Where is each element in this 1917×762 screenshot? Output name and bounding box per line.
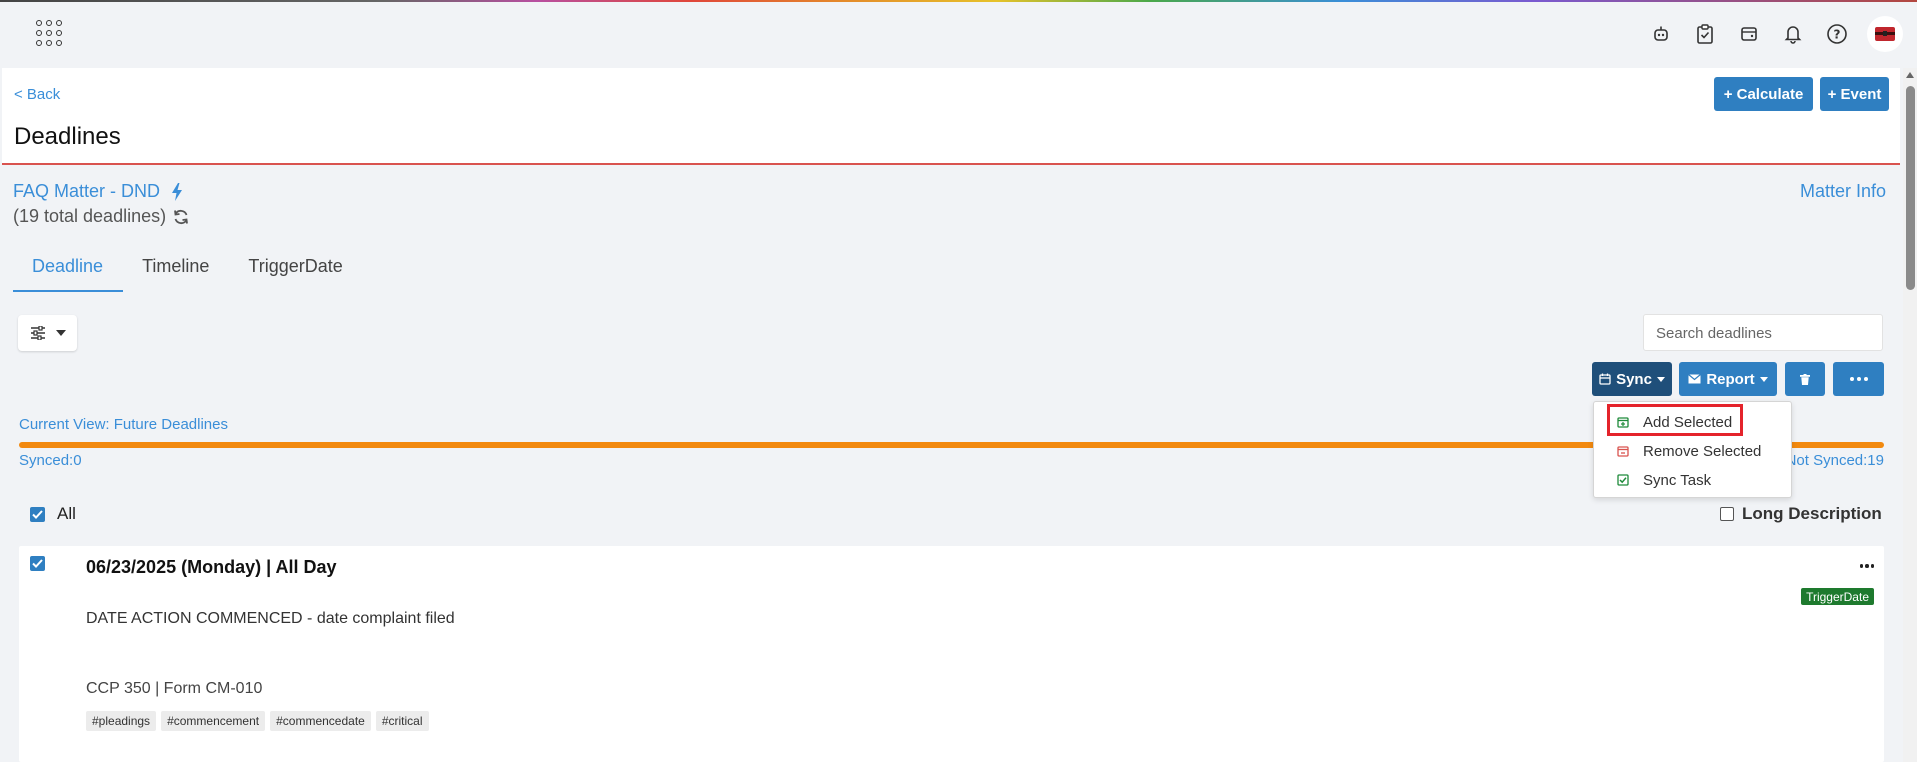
robot-icon[interactable] xyxy=(1647,20,1675,48)
page-header: < Back Deadlines + Calculate + Event xyxy=(2,68,1900,165)
deadline-checkbox[interactable] xyxy=(30,556,45,571)
refresh-icon[interactable] xyxy=(172,208,190,226)
menu-item-label: Sync Task xyxy=(1643,471,1712,489)
delete-button[interactable] xyxy=(1785,362,1825,396)
sync-dropdown-menu: Add Selected Remove Selected Sync Task xyxy=(1593,401,1792,498)
menu-item-add-selected[interactable]: Add Selected xyxy=(1594,409,1793,435)
bell-icon[interactable] xyxy=(1779,20,1807,48)
long-description-checkbox[interactable] xyxy=(1720,507,1734,521)
lightning-icon[interactable] xyxy=(172,182,183,201)
deadline-rule: CCP 350 | Form CM-010 xyxy=(86,680,263,697)
clipboard-check-icon[interactable] xyxy=(1691,20,1719,48)
ellipsis-icon[interactable] xyxy=(1859,564,1874,568)
select-all-checkbox[interactable] xyxy=(30,506,45,522)
sync-button-label: Sync xyxy=(1616,370,1652,388)
deadline-card: 06/23/2025 (Monday) | All Day TriggerDat… xyxy=(19,546,1884,762)
calendar-minus-icon xyxy=(1617,446,1629,457)
matter-count-row: (19 total deadlines) xyxy=(13,206,190,227)
not-synced-count: Not Synced:19 xyxy=(1785,452,1884,469)
menu-item-sync-task[interactable]: Sync Task xyxy=(1594,467,1793,493)
wallet-icon[interactable] xyxy=(1735,20,1763,48)
tab-deadline[interactable]: Deadline xyxy=(13,250,124,292)
search-input[interactable]: Search deadlines xyxy=(1643,314,1883,351)
chevron-down-icon xyxy=(1656,376,1665,382)
calculate-button[interactable]: + Calculate xyxy=(1714,77,1813,111)
synced-count: Synced:0 xyxy=(19,452,82,469)
trigger-date-badge: TriggerDate xyxy=(1801,588,1874,605)
back-link[interactable]: < Back xyxy=(14,86,60,103)
deadline-date: 06/23/2025 (Monday) | All Day xyxy=(86,557,337,577)
scrollbar[interactable] xyxy=(1903,68,1917,762)
select-all-row: All xyxy=(30,504,76,524)
envelope-icon xyxy=(1688,374,1702,384)
tag[interactable]: #critical xyxy=(375,711,429,731)
select-all-label: All xyxy=(57,504,76,523)
menu-item-label: Remove Selected xyxy=(1643,442,1762,460)
svg-text:?: ? xyxy=(1834,28,1841,42)
tag[interactable]: #pleadings xyxy=(86,711,157,731)
tag[interactable]: #commencement xyxy=(161,711,266,731)
deadline-action: DATE ACTION COMMENCED - date complaint f… xyxy=(86,610,455,627)
scroll-up-arrow-icon[interactable] xyxy=(1906,72,1914,78)
filter-dropdown-button[interactable] xyxy=(18,315,77,351)
matter-title-row: FAQ Matter - DND xyxy=(13,181,183,202)
current-view-label[interactable]: Current View: Future Deadlines xyxy=(19,416,228,433)
avatar[interactable] xyxy=(1867,16,1903,52)
chevron-down-icon xyxy=(1759,376,1768,382)
matter-info-link[interactable]: Matter Info xyxy=(1800,181,1886,202)
deadline-count: (19 total deadlines) xyxy=(13,206,167,226)
tag[interactable]: #commencedate xyxy=(270,711,371,731)
apps-icon[interactable] xyxy=(36,20,62,46)
more-options-button[interactable] xyxy=(1833,362,1884,396)
calendar-plus-icon xyxy=(1617,417,1629,428)
report-button-label: Report xyxy=(1706,370,1755,388)
menu-item-remove-selected[interactable]: Remove Selected xyxy=(1594,438,1793,464)
top-icons: ? xyxy=(1647,16,1903,52)
help-icon[interactable]: ? xyxy=(1823,20,1851,48)
calendar-icon xyxy=(1599,373,1611,385)
chevron-down-icon xyxy=(55,330,66,336)
sliders-icon xyxy=(30,326,45,340)
scrollbar-thumb[interactable] xyxy=(1906,86,1915,290)
deadline-tags: #pleadings #commencement #commencedate #… xyxy=(86,711,429,731)
menu-item-label: Add Selected xyxy=(1643,413,1733,431)
top-bar: ? xyxy=(0,2,1917,66)
tab-triggerdate[interactable]: TriggerDate xyxy=(229,250,362,292)
long-description-toggle: Long Description xyxy=(1720,504,1882,524)
trash-icon xyxy=(1800,373,1810,385)
long-description-label: Long Description xyxy=(1742,504,1882,523)
sync-button[interactable]: Sync xyxy=(1592,362,1672,396)
tab-bar: Deadline Timeline TriggerDate xyxy=(13,250,363,292)
tab-timeline[interactable]: Timeline xyxy=(123,250,229,292)
report-button[interactable]: Report xyxy=(1679,362,1777,396)
event-button[interactable]: + Event xyxy=(1820,77,1889,111)
check-square-icon xyxy=(1617,474,1629,486)
page-title: Deadlines xyxy=(14,123,121,150)
matter-title[interactable]: FAQ Matter - DND xyxy=(13,181,160,202)
